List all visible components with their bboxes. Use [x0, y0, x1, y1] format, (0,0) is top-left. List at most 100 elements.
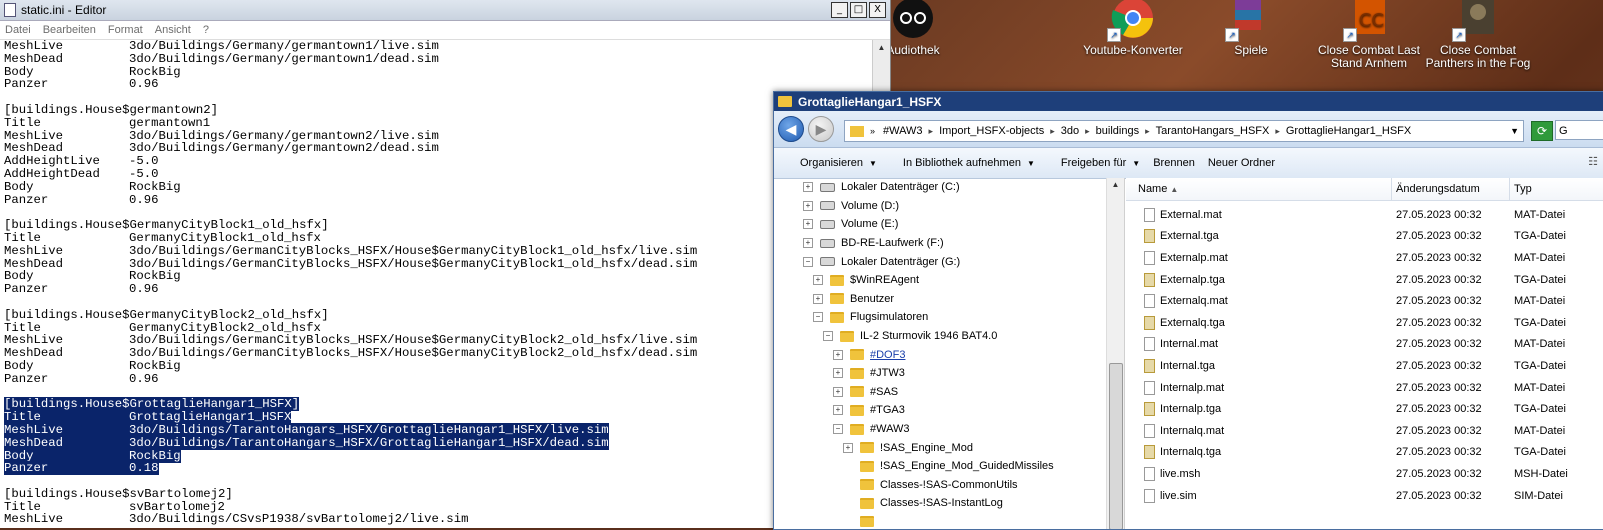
tree-item[interactable]: + BD-RE-Laufwerk (F:) [774, 234, 1106, 253]
file-type: MAT-Datei [1514, 208, 1566, 221]
expand-icon[interactable]: + [803, 238, 813, 249]
collapse-icon[interactable]: − [833, 424, 843, 435]
desktop-icon-close-combat-panthers[interactable]: ↗ Close Combat Panthers in the Fog [1423, 0, 1533, 70]
collapse-icon[interactable]: − [803, 256, 813, 267]
close-button[interactable]: X [869, 2, 886, 18]
breadcrumb-item[interactable]: buildings ▸ [1096, 125, 1150, 137]
tree-item[interactable]: + Benutzer [774, 290, 1106, 309]
collapse-icon[interactable]: − [823, 331, 833, 342]
breadcrumb-item[interactable]: Import_HSFX-objects ▸ [939, 125, 1055, 137]
tree-item[interactable]: !SAS_Engine_Mod_GuidedMissiles [774, 457, 1106, 476]
tree-item[interactable]: + Lokaler Datenträger (C:) [774, 178, 1106, 197]
expand-icon[interactable]: + [833, 349, 843, 360]
tree-item[interactable]: + #SAS [774, 383, 1106, 402]
file-row[interactable]: Internal.mat 27.05.2023 00:32 MAT-Datei [1126, 334, 1603, 356]
file-row[interactable]: Internal.tga 27.05.2023 00:32 TGA-Datei [1126, 355, 1603, 377]
file-row[interactable]: Externalp.mat 27.05.2023 00:32 MAT-Datei [1126, 247, 1603, 269]
address-breadcrumb[interactable]: » #WAW3 ▸ Import_HSFX-objects ▸ 3do ▸ build… [844, 120, 1524, 142]
breadcrumb-item[interactable]: 3do ▸ [1061, 125, 1090, 137]
search-input[interactable]: G [1555, 120, 1603, 140]
file-row[interactable]: live.sim 27.05.2023 00:32 SIM-Datei [1126, 485, 1603, 507]
file-type: TGA-Datei [1514, 403, 1566, 416]
scroll-thumb[interactable] [1109, 363, 1123, 529]
expand-icon[interactable]: + [843, 442, 853, 453]
expand-icon[interactable]: + [803, 182, 813, 193]
breadcrumb-item[interactable]: TarantoHangars_HSFX ▸ [1156, 125, 1280, 137]
tree-item[interactable]: − #WAW3 [774, 420, 1106, 439]
tree-item-label: #TGA3 [870, 404, 905, 417]
tree-item[interactable]: Classes-!SAS-CommonUtils [774, 476, 1106, 495]
view-options-icon[interactable]: ☷ [1588, 155, 1598, 168]
explorer-titlebar[interactable]: GrottaglieHangar1_HSFX [774, 92, 1603, 111]
tree-item[interactable]: + #TGA3 [774, 401, 1106, 420]
file-row[interactable]: Externalp.tga 27.05.2023 00:32 TGA-Datei [1126, 269, 1603, 291]
column-header-name[interactable]: Name ▲ [1126, 178, 1392, 200]
image-file-icon [1144, 402, 1155, 417]
tree-item[interactable]: Classes-!SAS-InstantLog [774, 494, 1106, 513]
organize-button[interactable]: Organisieren ▼ [787, 157, 877, 169]
expand-icon[interactable]: + [803, 219, 813, 230]
file-name: External.mat [1160, 208, 1222, 221]
tree-item[interactable]: + $WinREAgent [774, 271, 1106, 290]
notepad-text-area[interactable]: MeshLive 3do/Buildings/Germany/germantown… [0, 40, 870, 528]
address-dropdown-icon[interactable]: ▼ [1510, 126, 1519, 136]
file-row[interactable]: Internalp.mat 27.05.2023 00:32 MAT-Datei [1126, 377, 1603, 399]
expand-icon[interactable]: + [803, 200, 813, 211]
tree-item[interactable] [774, 513, 1106, 529]
burn-button[interactable]: Brennen [1153, 157, 1195, 169]
notepad-menubar: Datei Bearbeiten Format Ansicht ? [0, 21, 890, 40]
refresh-button[interactable]: ⟳ [1531, 121, 1553, 141]
file-row[interactable]: Internalp.tga 27.05.2023 00:32 TGA-Datei [1126, 398, 1603, 420]
file-row[interactable]: External.tga 27.05.2023 00:32 TGA-Datei [1126, 226, 1603, 248]
image-file-icon [1144, 229, 1155, 244]
expand-icon[interactable]: + [833, 405, 843, 416]
file-row[interactable]: Internalq.tga 27.05.2023 00:32 TGA-Datei [1126, 442, 1603, 464]
file-row[interactable]: Internalq.mat 27.05.2023 00:32 MAT-Datei [1126, 420, 1603, 442]
tree-item-label: Lokaler Datenträger (C:) [841, 181, 960, 194]
desktop-icon-youtube-konverter[interactable]: ↗ Youtube-Konverter [1078, 0, 1188, 57]
tree-item[interactable]: + #JTW3 [774, 364, 1106, 383]
file-row[interactable]: Externalq.mat 27.05.2023 00:32 MAT-Datei [1126, 290, 1603, 312]
expand-icon[interactable]: + [813, 275, 823, 286]
tree-item[interactable]: − Lokaler Datenträger (G:) [774, 252, 1106, 271]
column-header-type[interactable]: Typ [1510, 178, 1603, 200]
tree-item-label: Volume (D:) [841, 199, 900, 212]
menu-ansicht[interactable]: Ansicht [155, 24, 191, 36]
tree-item[interactable]: + !SAS_Engine_Mod [774, 438, 1106, 457]
expand-icon[interactable]: + [833, 386, 843, 397]
file-row[interactable]: Externalq.tga 27.05.2023 00:32 TGA-Datei [1126, 312, 1603, 334]
tree-item[interactable]: − IL-2 Sturmovik 1946 BAT4.0 [774, 327, 1106, 346]
breadcrumb-overflow[interactable]: » [870, 126, 875, 136]
forward-button[interactable]: ▶ [808, 116, 834, 142]
share-button[interactable]: Freigeben für ▼ [1048, 157, 1140, 169]
scroll-up-arrow-icon[interactable]: ▲ [873, 40, 890, 56]
minimize-button[interactable]: _ [831, 2, 848, 18]
desktop-icon-spiele[interactable]: ↗ Spiele [1196, 0, 1306, 57]
notepad-titlebar[interactable]: static.ini - Editor _ □ X [0, 0, 890, 21]
expand-icon[interactable]: + [833, 368, 843, 379]
file-row[interactable]: live.msh 27.05.2023 00:32 MSH-Datei [1126, 463, 1603, 485]
menu-help[interactable]: ? [203, 24, 209, 36]
new-folder-button[interactable]: Neuer Ordner [1208, 157, 1275, 169]
tree-item[interactable]: + #DOF3 [774, 345, 1106, 364]
file-row[interactable]: External.mat 27.05.2023 00:32 MAT-Datei [1126, 204, 1603, 226]
library-button[interactable]: In Bibliothek aufnehmen ▼ [890, 157, 1035, 169]
tree-item[interactable]: − Flugsimulatoren [774, 308, 1106, 327]
menu-format[interactable]: Format [108, 24, 143, 36]
back-button[interactable]: ◀ [778, 116, 804, 142]
tree-item[interactable]: + Volume (E:) [774, 215, 1106, 234]
desktop-icon-close-combat-arnhem[interactable]: CC ↗ Close Combat Last Stand Arnhem [1314, 0, 1424, 70]
breadcrumb-item[interactable]: #WAW3 ▸ [883, 125, 933, 137]
menu-bearbeiten[interactable]: Bearbeiten [43, 24, 96, 36]
tree-item-label: Lokaler Datenträger (G:) [841, 255, 961, 268]
tree-item[interactable]: + Volume (D:) [774, 197, 1106, 216]
collapse-icon[interactable]: − [813, 312, 823, 323]
expand-icon[interactable]: + [813, 293, 823, 304]
nav-scrollbar[interactable]: ▲ [1106, 178, 1124, 529]
image-file-icon [1144, 445, 1155, 460]
menu-datei[interactable]: Datei [5, 24, 31, 36]
breadcrumb-item[interactable]: GrottaglieHangar1_HSFX [1286, 125, 1411, 137]
scroll-up-arrow-icon[interactable]: ▲ [1107, 178, 1124, 192]
column-header-date[interactable]: Änderungsdatum [1392, 178, 1510, 200]
maximize-button[interactable]: □ [850, 2, 867, 18]
